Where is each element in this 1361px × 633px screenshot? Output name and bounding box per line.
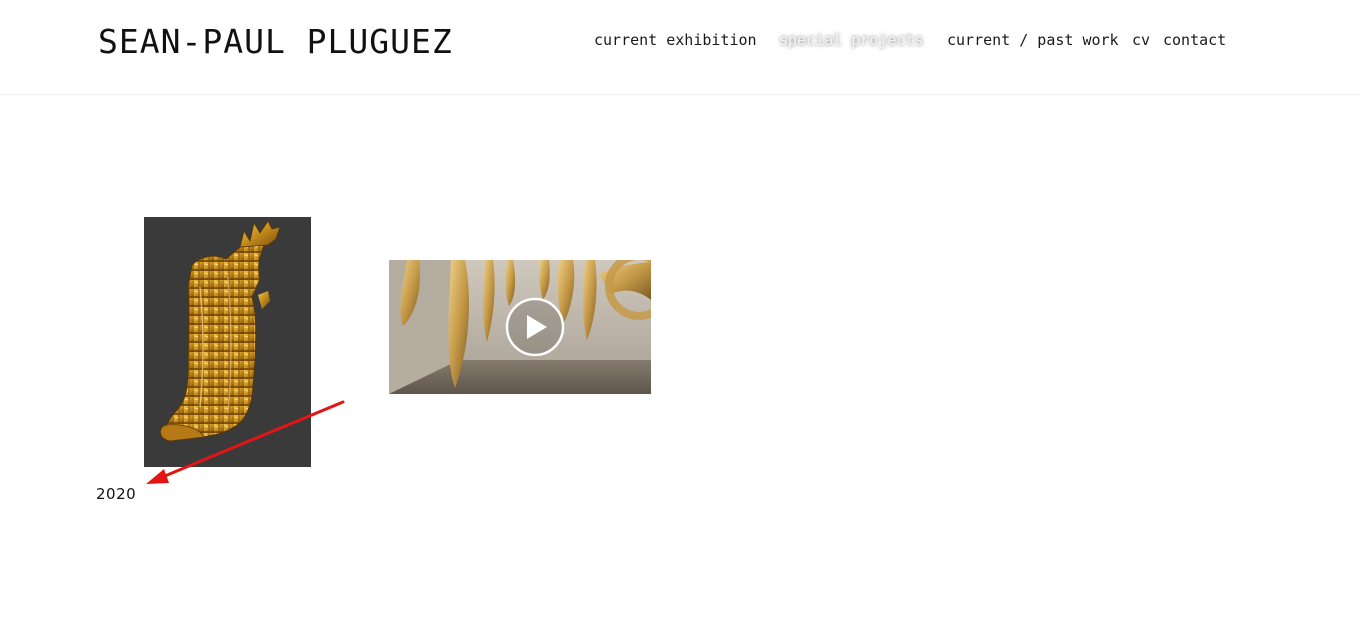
nav-cv[interactable]: cv — [1132, 31, 1150, 49]
play-icon — [505, 297, 565, 357]
nav-contact[interactable]: contact — [1163, 31, 1226, 49]
site-header: SEAN-PAUL PLUGUEZ current exhibition spe… — [0, 0, 1361, 95]
gold-sculpture-image — [144, 217, 311, 467]
project-video-thumbnail[interactable] — [389, 260, 651, 394]
nav-special-projects[interactable]: special projects — [779, 31, 924, 49]
project-thumbnail-sculpture[interactable] — [144, 217, 311, 467]
nav-current-exhibition[interactable]: current exhibition — [594, 31, 757, 49]
site-title[interactable]: SEAN-PAUL PLUGUEZ — [98, 22, 453, 61]
gallery-installation-image — [389, 260, 651, 394]
project-year: 2020 — [96, 485, 137, 503]
nav-current-past-work[interactable]: current / past work — [947, 31, 1119, 49]
